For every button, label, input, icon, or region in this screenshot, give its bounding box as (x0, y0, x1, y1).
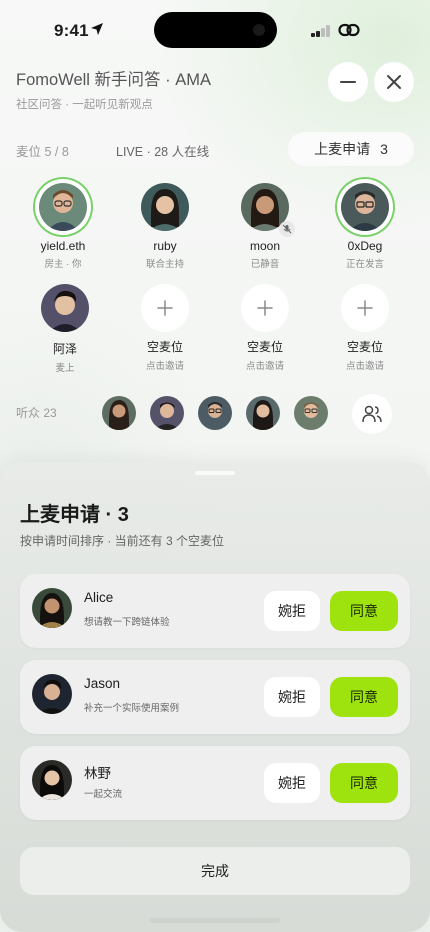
minus-icon (340, 81, 356, 83)
avatar (32, 674, 72, 714)
seat-muted[interactable]: moon 已静音 (220, 179, 310, 270)
accept-button[interactable]: 同意 (330, 763, 398, 803)
avatar (32, 760, 72, 800)
seat-member[interactable]: 阿泽 麦上 (20, 280, 110, 374)
reject-button[interactable]: 婉拒 (264, 591, 320, 631)
mic-request-label: 上麦申请 (314, 141, 371, 157)
plus-icon (157, 300, 173, 316)
request-name: Alice (84, 590, 114, 605)
accept-button[interactable]: 同意 (330, 591, 398, 631)
accept-button[interactable]: 同意 (330, 677, 398, 717)
mic-request-sheet: 上麦申请 · 3 按申请时间排序 · 当前还有 3 个空麦位 Alice 想请教… (0, 462, 430, 932)
seat-empty[interactable]: 空麦位 点击邀请 (320, 280, 410, 372)
seat-name: yield.eth (40, 239, 86, 253)
dynamic-island (154, 12, 277, 48)
seat-role: 点击邀请 (145, 361, 184, 372)
seat-name: 空麦位 (346, 340, 383, 354)
signal-icon (311, 25, 331, 37)
avatar (341, 183, 389, 231)
seat-role: 点击邀请 (345, 361, 384, 372)
seat-cohost[interactable]: ruby 联合主持 (120, 179, 210, 270)
request-message: 想请教一下跨链体验 (84, 617, 170, 628)
request-name: Jason (84, 676, 121, 691)
audience-avatar[interactable] (294, 396, 328, 430)
seat-name: ruby (153, 239, 177, 253)
page-title: FomoWell 新手问答 · AMA (16, 71, 211, 89)
request-card: Alice 想请教一下跨链体验 婉拒 同意 (20, 574, 410, 648)
seat-role: 正在发言 (345, 259, 384, 270)
request-name: 林野 (84, 766, 111, 781)
done-button[interactable]: 完成 (20, 847, 410, 895)
avatar (141, 183, 189, 231)
request-message: 一起交流 (84, 789, 123, 800)
status-bar: 9:41 (0, 0, 430, 60)
avatar (41, 284, 89, 332)
seat-role: 已静音 (250, 259, 280, 270)
reject-button[interactable]: 婉拒 (264, 677, 320, 717)
seat-name: moon (249, 239, 281, 253)
avatar (32, 588, 72, 628)
seat-empty[interactable]: 空麦位 点击邀请 (120, 280, 210, 372)
reject-button[interactable]: 婉拒 (264, 763, 320, 803)
mic-request-button[interactable]: 上麦申请 3 (288, 132, 414, 166)
sheet-handle[interactable] (195, 471, 235, 475)
audience-avatar[interactable] (198, 396, 232, 430)
minimize-button[interactable] (328, 62, 368, 102)
seat-role: 点击邀请 (245, 361, 284, 372)
seat-name: 阿泽 (52, 342, 77, 356)
mic-request-count: 3 (380, 141, 388, 157)
request-message: 补充一个实际使用案例 (84, 703, 180, 714)
close-button[interactable] (374, 62, 414, 102)
mic-count-label: 麦位 5 / 8 (16, 145, 69, 159)
plus-icon (357, 300, 373, 316)
seat-host[interactable]: yield.eth 房主 · 你 (18, 179, 108, 270)
audience-count: 听众 23 (16, 406, 57, 420)
request-card: Jason 补充一个实际使用案例 婉拒 同意 (20, 660, 410, 734)
request-card: 林野 一起交流 婉拒 同意 (20, 746, 410, 820)
audience-avatar[interactable] (102, 396, 136, 430)
link-icon (338, 23, 360, 37)
seat-empty[interactable]: 空麦位 点击邀请 (220, 280, 310, 372)
seat-role: 麦上 (55, 363, 75, 374)
avatar (39, 183, 87, 231)
live-status: LIVE · 28 人在线 (116, 145, 210, 159)
sheet-subtitle: 按申请时间排序 · 当前还有 3 个空麦位 (20, 534, 225, 548)
mic-muted-icon (279, 221, 295, 237)
plus-icon (257, 300, 273, 316)
seat-name: 0xDeg (347, 239, 383, 253)
seat-role: 房主 · 你 (44, 259, 82, 270)
page-subtitle: 社区问答 · 一起听见新观点 (16, 99, 153, 111)
seat-role: 联合主持 (145, 259, 184, 270)
home-indicator (150, 918, 280, 923)
close-icon (387, 75, 401, 89)
audience-list-button[interactable] (352, 394, 392, 434)
audience-avatar[interactable] (246, 396, 280, 430)
location-arrow-icon (91, 23, 103, 35)
status-time: 9:41 (54, 21, 89, 40)
people-icon (362, 405, 382, 423)
seat-name: 空麦位 (146, 340, 183, 354)
seat-name: 空麦位 (246, 340, 283, 354)
seat-speaker[interactable]: 0xDeg 正在发言 (320, 179, 410, 270)
sheet-title: 上麦申请 · 3 (20, 504, 129, 526)
audience-avatar[interactable] (150, 396, 184, 430)
